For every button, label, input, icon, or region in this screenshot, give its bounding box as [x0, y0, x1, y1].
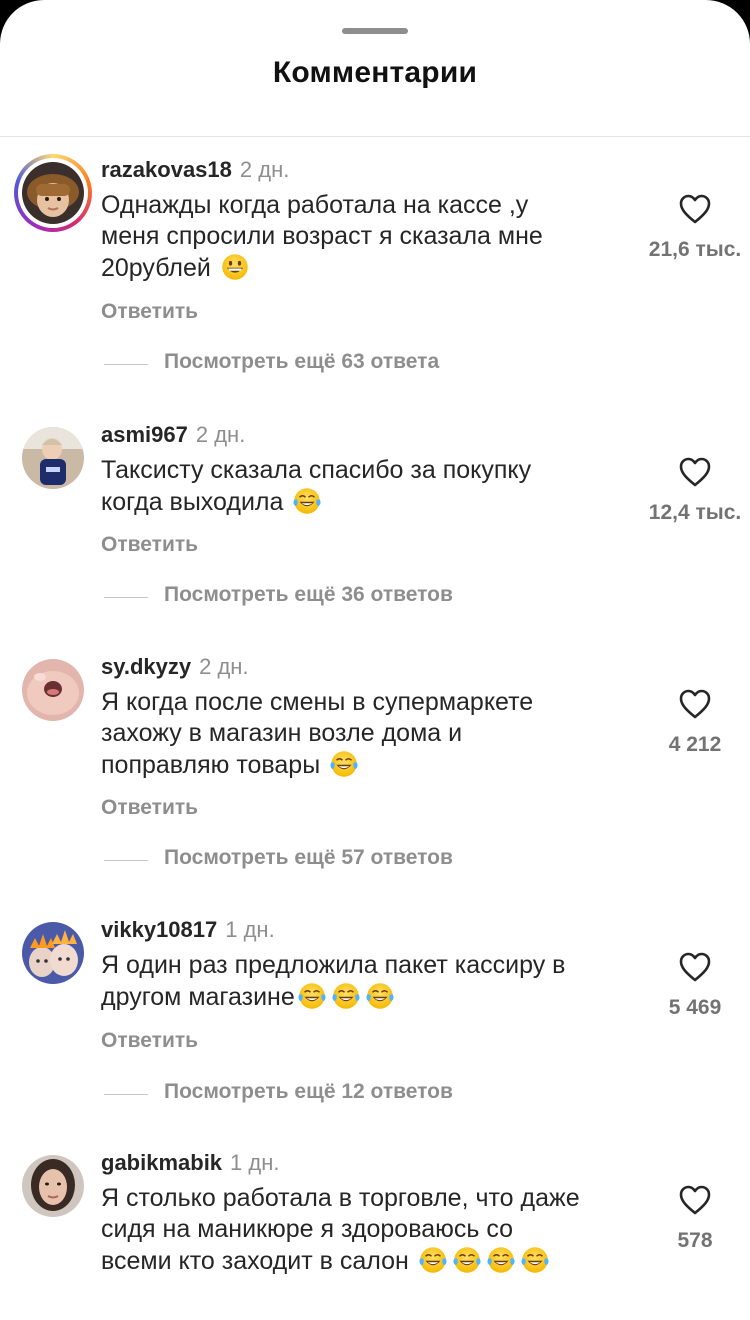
tears-of-joy-emoji-icon: [486, 1245, 516, 1275]
comment-time: 2 дн.: [195, 422, 246, 447]
comment-item: razakovas18 2 дн. Однажды когда работала …: [0, 154, 750, 386]
tears-of-joy-emoji-icon: [331, 981, 361, 1011]
reply-button[interactable]: Ответить: [101, 533, 198, 557]
like-count: 21,6 тыс.: [648, 238, 742, 261]
view-replies-link[interactable]: Посмотреть ещё 36 ответов: [104, 583, 604, 613]
like-count: 5 469: [668, 996, 722, 1019]
avatar[interactable]: [14, 154, 92, 232]
comment-item: gabikmabik 1 дн. Я столько работала в тор…: [0, 1149, 750, 1320]
tears-of-joy-emoji-icon: [520, 1245, 550, 1275]
comment-text: Однажды когда работала на кассе ,у меня …: [101, 191, 543, 282]
comment-header: razakovas18 2 дн.: [101, 156, 289, 184]
comment-username[interactable]: gabikmabik: [101, 1150, 222, 1175]
heart-outline-icon[interactable]: [679, 457, 711, 487]
comment-time: 2 дн.: [199, 654, 249, 679]
heart-outline-icon[interactable]: [679, 1185, 711, 1215]
avatar-kids-filter: [22, 922, 84, 984]
avatar[interactable]: [22, 659, 84, 721]
tears-of-joy-emoji-icon: [329, 749, 359, 779]
comment-username[interactable]: vikky10817: [101, 917, 217, 942]
header-divider: [0, 136, 750, 137]
tears-of-joy-emoji-icon: [365, 981, 395, 1011]
comment-header: sy.dkyzy 2 дн.: [101, 653, 249, 681]
avatar-pink-face: [22, 659, 84, 721]
avatar[interactable]: [22, 922, 84, 984]
comment-item: sy.dkyzy 2 дн. Я когда после смены в супе…: [0, 653, 750, 883]
heart-outline-icon[interactable]: [679, 689, 711, 719]
sheet-grabber-handle[interactable]: [342, 28, 408, 34]
comment-time: 1 дн.: [225, 917, 275, 942]
comment-username[interactable]: sy.dkyzy: [101, 654, 191, 679]
sheet-title: Комментарии: [272, 56, 478, 89]
avatar[interactable]: [22, 427, 84, 489]
comment-header: gabikmabik 1 дн.: [101, 1149, 280, 1177]
reply-button[interactable]: Ответить: [101, 300, 198, 324]
like-control[interactable]: 21,6 тыс.: [640, 194, 750, 262]
tears-of-joy-emoji-icon: [452, 1245, 482, 1275]
comment-time: 1 дн.: [230, 1150, 280, 1175]
comment-text: Я когда после смены в супермаркете захож…: [101, 688, 534, 779]
view-replies-link[interactable]: Посмотреть ещё 63 ответа: [104, 350, 604, 380]
avatar-toddler: [22, 427, 84, 489]
like-control[interactable]: 12,4 тыс.: [640, 457, 750, 525]
comment-text: Я столько работала в торговле, что даже …: [101, 1184, 580, 1275]
reply-button[interactable]: Ответить: [101, 1029, 198, 1053]
like-count: 4 212: [668, 733, 722, 756]
comment-time: 2 дн.: [239, 157, 290, 182]
comment-header: vikky10817 1 дн.: [101, 916, 275, 944]
like-control[interactable]: 5 469: [640, 952, 750, 1020]
tears-of-joy-emoji-icon: [292, 486, 322, 516]
like-count: 12,4 тыс.: [648, 501, 742, 524]
like-control[interactable]: 578: [640, 1185, 750, 1253]
tears-of-joy-emoji-icon: [418, 1245, 448, 1275]
comment-item: vikky10817 1 дн. Я один раз предложила па…: [0, 916, 750, 1146]
like-control[interactable]: 4 212: [640, 689, 750, 757]
like-count: 578: [677, 1229, 713, 1252]
avatar-woman-portrait: [22, 1155, 84, 1217]
view-replies-link[interactable]: Посмотреть ещё 12 ответов: [104, 1080, 604, 1110]
avatar[interactable]: [22, 1155, 84, 1217]
heart-outline-icon[interactable]: [679, 952, 711, 982]
reply-button[interactable]: Ответить: [101, 796, 198, 820]
comment-header: asmi967 2 дн.: [101, 421, 245, 449]
heart-outline-icon[interactable]: [679, 194, 711, 224]
comment-text: Я один раз предложила пакет кассиру в др…: [101, 951, 566, 1011]
comment-item: asmi967 2 дн. Таксисту сказала спасибо за…: [0, 421, 750, 651]
tears-of-joy-emoji-icon: [297, 981, 327, 1011]
avatar-child-in-hat: [22, 162, 84, 224]
comment-username[interactable]: razakovas18: [101, 157, 232, 182]
grinning-face-emoji-icon: [220, 252, 250, 282]
comments-sheet: Комментарии razakovas18 2 дн. Однажды ко…: [0, 0, 750, 1320]
view-replies-link[interactable]: Посмотреть ещё 57 ответов: [104, 846, 604, 876]
comment-text: Таксисту сказала спасибо за покупку когд…: [101, 456, 532, 516]
comment-username[interactable]: asmi967: [101, 422, 188, 447]
